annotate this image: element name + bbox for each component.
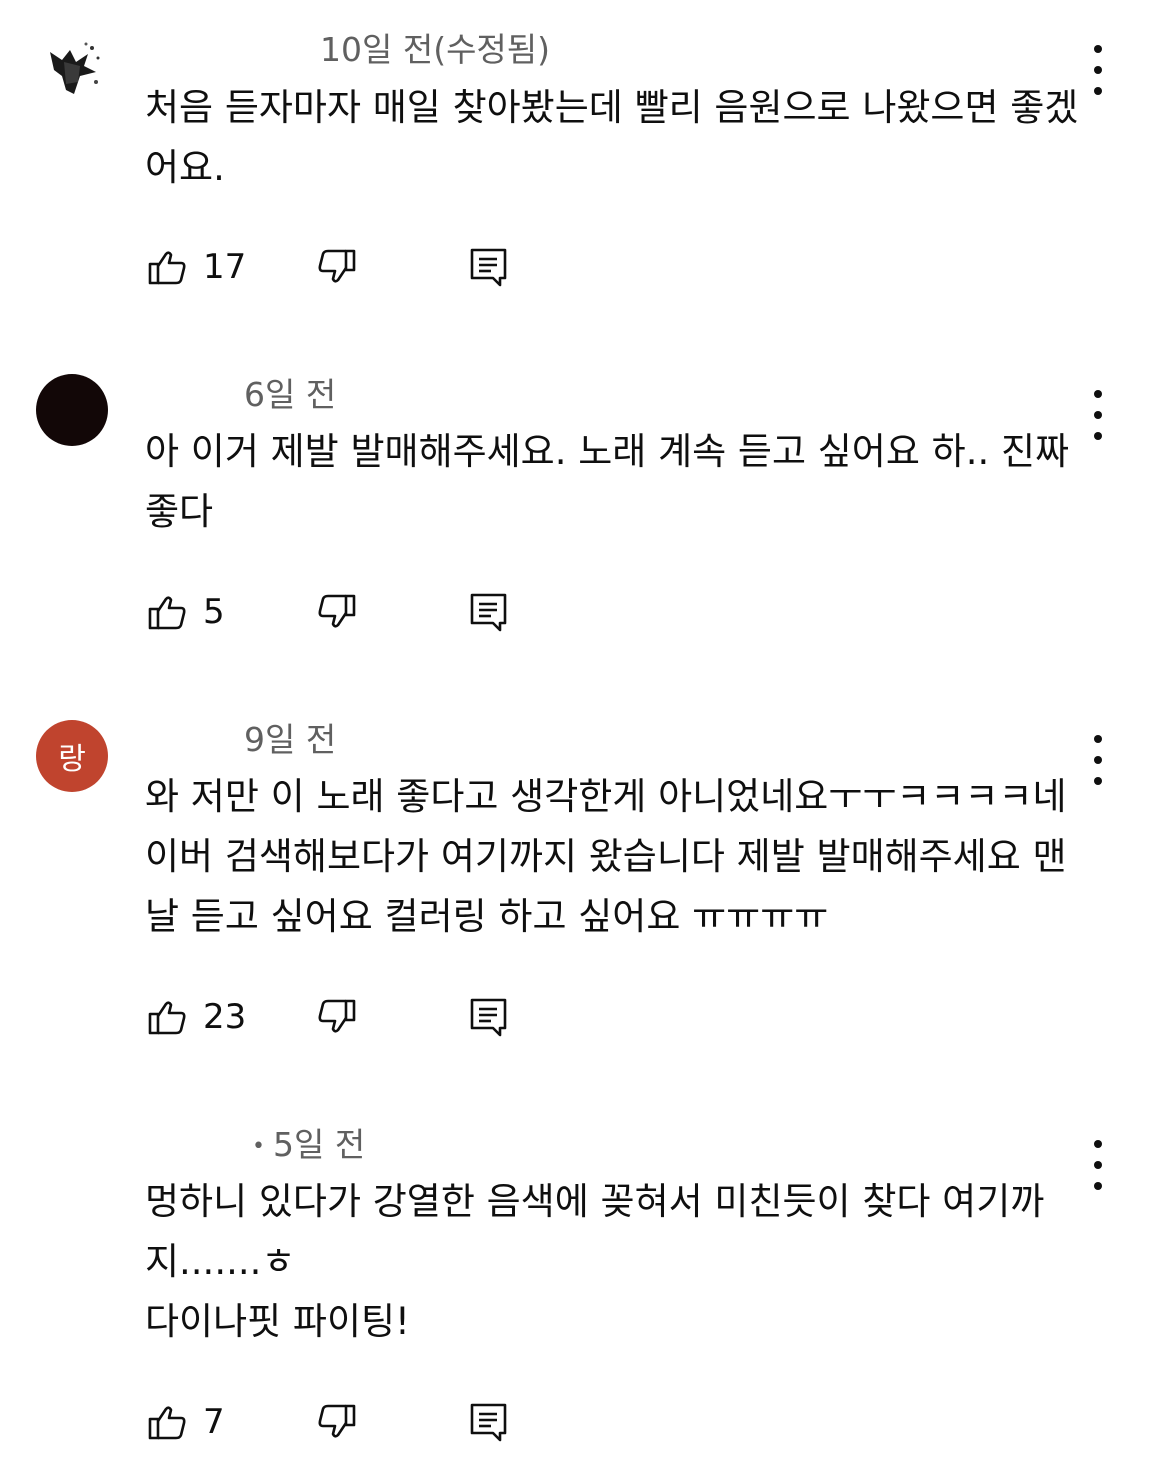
more-vertical-icon xyxy=(1094,390,1102,398)
comment-meta: • 5일 전 xyxy=(252,1125,365,1167)
reply-button[interactable] xyxy=(467,995,511,1039)
dislike-button[interactable] xyxy=(315,590,359,634)
reply-comment-icon xyxy=(470,1403,507,1442)
comment-text: 아 이거 제발 발매해주세요. 노래 계속 듣고 싶어요 하.. 진짜 좋다 xyxy=(145,430,1081,533)
like-button[interactable]: 5 xyxy=(145,590,225,634)
like-count: 5 xyxy=(203,592,225,632)
reply-button[interactable] xyxy=(467,245,511,289)
thumbs-down-icon xyxy=(318,1404,356,1438)
like-count: 23 xyxy=(203,997,247,1037)
like-count: 7 xyxy=(203,1402,225,1442)
more-vertical-icon xyxy=(1094,45,1102,53)
like-button[interactable]: 17 xyxy=(145,245,246,289)
thumbs-down-icon xyxy=(318,999,356,1033)
comment-text: 와 저만 이 노래 좋다고 생각한게 아니었네요ㅜㅜㅋㅋㅋㅋ네이버 검색해보다가… xyxy=(145,775,1067,938)
dislike-button[interactable] xyxy=(315,1400,359,1444)
thumbs-down-icon xyxy=(318,594,356,628)
comment-timestamp: 9일 전 xyxy=(244,720,337,759)
thumbs-up-icon xyxy=(148,251,186,285)
avatar[interactable]: 랑 xyxy=(36,720,108,792)
reply-button[interactable] xyxy=(467,1400,511,1444)
comment-timestamp: 10일 전(수정됨) xyxy=(320,30,551,69)
thumbs-up-icon xyxy=(148,596,186,630)
thumbs-up-icon xyxy=(148,1406,186,1440)
more-vertical-icon xyxy=(1094,735,1102,743)
avatar-letter: 랑 xyxy=(58,742,86,777)
like-button[interactable]: 23 xyxy=(145,995,246,1039)
more-vertical-icon xyxy=(1094,1140,1102,1148)
comment-text: 처음 듣자마자 매일 찾아봤는데 빨리 음원으로 나왔으면 좋겠어요. xyxy=(145,86,1079,189)
dislike-button[interactable] xyxy=(315,995,359,1039)
comment-timestamp: 6일 전 xyxy=(244,375,337,414)
reply-comment-icon xyxy=(470,593,507,632)
reply-button[interactable] xyxy=(467,590,511,634)
avatar[interactable] xyxy=(36,374,108,446)
thumbs-down-icon xyxy=(318,249,356,283)
like-button[interactable]: 7 xyxy=(145,1400,225,1444)
meta-separator: • xyxy=(252,1133,265,1159)
avatar-image xyxy=(50,42,100,94)
reply-comment-icon xyxy=(470,998,507,1037)
reply-comment-icon xyxy=(470,248,507,287)
thumbs-up-icon xyxy=(148,1001,186,1035)
comment-text: 멍하니 있다가 강열한 음색에 꽂혀서 미친듯이 찾다 여기까지.......ㅎ… xyxy=(145,1180,1045,1343)
comment-timestamp: 5일 전 xyxy=(272,1125,366,1164)
like-count: 17 xyxy=(203,247,247,287)
dislike-button[interactable] xyxy=(315,245,359,289)
avatar[interactable] xyxy=(36,32,108,104)
